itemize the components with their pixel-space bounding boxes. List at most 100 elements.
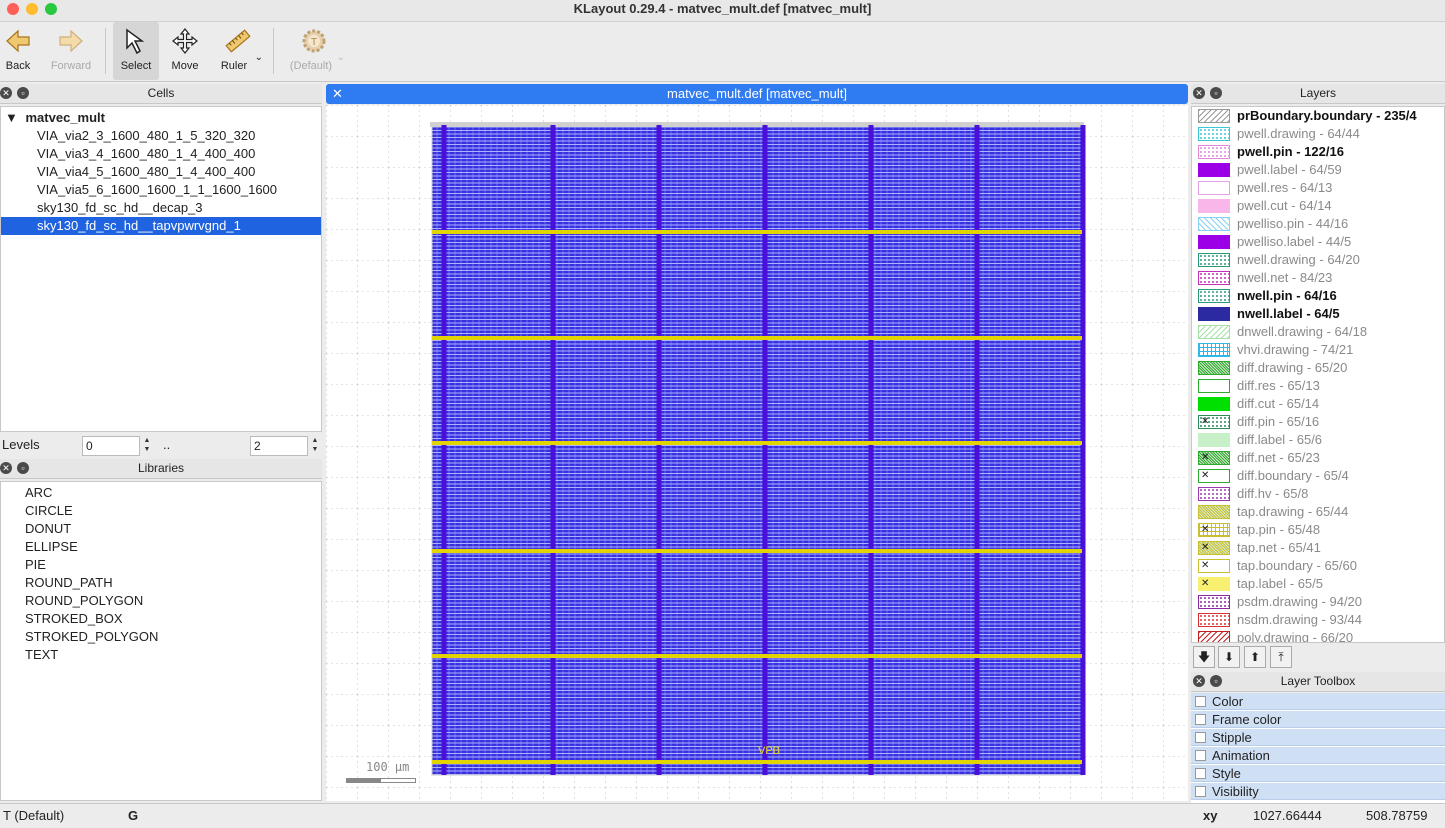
float-icon[interactable]: ▫ [17, 87, 29, 99]
layer-row[interactable]: nwell.net - 84/23 [1192, 269, 1444, 287]
layer-row[interactable]: vhvi.drawing - 74/21 [1192, 341, 1444, 359]
layer-row[interactable]: poly.drawing - 66/20 [1192, 629, 1444, 642]
cell-tree[interactable]: ▼ matvec_mult VIA_via2_3_1600_480_1_5_32… [0, 106, 322, 432]
layer-row[interactable]: nwell.drawing - 64/20 [1192, 251, 1444, 269]
library-item[interactable]: TEXT [25, 646, 58, 664]
move-layer-top-icon[interactable]: ⤒ [1270, 646, 1292, 668]
chevron-down-icon[interactable]: ⌄ [337, 52, 345, 63]
level-from-stepper[interactable]: ▲ ▼ [142, 436, 152, 456]
cell-tree-root[interactable]: ▼ matvec_mult [5, 109, 105, 127]
section-checkbox[interactable] [1195, 696, 1206, 707]
cell-tree-item[interactable]: VIA_via3_4_1600_480_1_4_400_400 [1, 145, 321, 163]
expand-triangle-icon[interactable]: ▼ [5, 110, 18, 125]
layer-row[interactable]: ✕ diff.boundary - 65/4 [1192, 467, 1444, 485]
layer-row[interactable]: ✕ diff.pin - 65/16 [1192, 413, 1444, 431]
layer-row[interactable]: pwell.res - 64/13 [1192, 179, 1444, 197]
float-icon[interactable]: ▫ [17, 462, 29, 474]
close-icon[interactable]: ✕ [1193, 87, 1205, 99]
level-from-input[interactable]: 0 [82, 436, 140, 456]
status-y-coordinate: 508.78759 [1366, 808, 1428, 823]
float-icon[interactable]: ▫ [1210, 675, 1222, 687]
library-item[interactable]: ROUND_POLYGON [25, 592, 143, 610]
toolbox-section[interactable]: Animation [1191, 747, 1445, 764]
layer-row[interactable]: pwell.pin - 122/16 [1192, 143, 1444, 161]
layer-row[interactable]: psdm.drawing - 94/20 [1192, 593, 1444, 611]
layer-row[interactable]: diff.res - 65/13 [1192, 377, 1444, 395]
layer-row[interactable]: ✕ tap.net - 65/41 [1192, 539, 1444, 557]
forward-arrow-icon [59, 29, 83, 53]
close-icon[interactable]: ✕ [0, 87, 12, 99]
float-icon[interactable]: ▫ [1210, 87, 1222, 99]
layer-row[interactable]: nwell.label - 64/5 [1192, 305, 1444, 323]
zoom-window-button[interactable] [45, 3, 57, 15]
move-layer-down-icon[interactable]: 🡇 [1193, 646, 1215, 668]
library-item[interactable]: STROKED_BOX [25, 610, 123, 628]
section-checkbox[interactable] [1195, 786, 1206, 797]
layout-tab[interactable]: ✕ matvec_mult.def [matvec_mult] [326, 84, 1188, 104]
ruler-tool-button[interactable]: Ruler ⌄ [213, 22, 263, 80]
library-item[interactable]: ARC [25, 484, 52, 502]
library-item[interactable]: PIE [25, 556, 46, 574]
section-checkbox[interactable] [1195, 732, 1206, 743]
library-item[interactable]: ELLIPSE [25, 538, 78, 556]
layer-toolbox: Color Frame color Stipple Animation Style Vis… [1191, 693, 1445, 803]
layer-row[interactable]: dnwell.drawing - 64/18 [1192, 323, 1444, 341]
toolbox-section[interactable]: Color [1191, 693, 1445, 710]
minimize-window-button[interactable] [26, 3, 38, 15]
toolbox-section[interactable]: Style [1191, 765, 1445, 782]
section-checkbox[interactable] [1195, 768, 1206, 779]
section-checkbox[interactable] [1195, 750, 1206, 761]
layer-row[interactable]: pwell.cut - 64/14 [1192, 197, 1444, 215]
layer-row[interactable]: ✕ tap.boundary - 65/60 [1192, 557, 1444, 575]
close-tab-icon[interactable]: ✕ [332, 84, 343, 103]
layout-canvas[interactable]: 100 µm VPB [326, 105, 1188, 801]
close-window-button[interactable] [7, 3, 19, 15]
library-item[interactable]: DONUT [25, 520, 71, 538]
chevron-down-icon[interactable]: ⌄ [255, 52, 263, 63]
layer-row[interactable]: nwell.pin - 64/16 [1192, 287, 1444, 305]
select-tool-button[interactable]: Select [113, 22, 159, 80]
level-to-stepper[interactable]: ▲ ▼ [310, 436, 320, 456]
library-item[interactable]: CIRCLE [25, 502, 73, 520]
layer-name: vhvi.drawing - 74/21 [1237, 342, 1354, 357]
forward-button[interactable]: Forward [46, 22, 96, 80]
layer-row[interactable]: ✕ tap.pin - 65/48 [1192, 521, 1444, 539]
move-layer-bottom-icon[interactable]: ⬇ [1218, 646, 1240, 668]
toolbox-section[interactable]: Visibility [1191, 783, 1445, 800]
layout-drawing[interactable] [326, 105, 1188, 801]
cell-tree-item[interactable]: sky130_fd_sc_hd__decap_3 [1, 199, 321, 217]
library-list[interactable]: ARC CIRCLE DONUT ELLIPSE PIE ROUND_PATH ROUND_… [0, 481, 322, 801]
layer-row[interactable]: ✕ diff.net - 65/23 [1192, 449, 1444, 467]
level-to-input[interactable]: 2 [250, 436, 308, 456]
layer-row[interactable]: prBoundary.boundary - 235/4 [1192, 107, 1444, 125]
layer-row[interactable]: diff.label - 65/6 [1192, 431, 1444, 449]
close-icon[interactable]: ✕ [1193, 675, 1205, 687]
layer-row[interactable]: ✕ tap.label - 65/5 [1192, 575, 1444, 593]
section-checkbox[interactable] [1195, 714, 1206, 725]
layer-row[interactable]: pwell.label - 64/59 [1192, 161, 1444, 179]
layer-row[interactable]: nsdm.drawing - 93/44 [1192, 611, 1444, 629]
layer-row[interactable]: diff.drawing - 65/20 [1192, 359, 1444, 377]
library-item[interactable]: STROKED_POLYGON [25, 628, 158, 646]
layer-row[interactable]: pwell.drawing - 64/44 [1192, 125, 1444, 143]
layer-row[interactable]: diff.cut - 65/14 [1192, 395, 1444, 413]
layer-row[interactable]: tap.drawing - 65/44 [1192, 503, 1444, 521]
layer-row[interactable]: pwelliso.label - 44/5 [1192, 233, 1444, 251]
toolbox-section[interactable]: Frame color [1191, 711, 1445, 728]
library-item[interactable]: ROUND_PATH [25, 574, 113, 592]
close-icon[interactable]: ✕ [0, 462, 12, 474]
toolbox-section[interactable]: Stipple [1191, 729, 1445, 746]
cell-tree-item[interactable]: sky130_fd_sc_hd__tapvpwrvgnd_1 [1, 217, 321, 235]
cell-tree-item[interactable]: VIA_via2_3_1600_480_1_5_320_320 [1, 127, 321, 145]
default-template-button[interactable]: T (Default) ⌄ [283, 22, 345, 80]
layer-row[interactable]: pwelliso.pin - 44/16 [1192, 215, 1444, 233]
layer-row[interactable]: diff.hv - 65/8 [1192, 485, 1444, 503]
back-button[interactable]: Back [0, 22, 36, 80]
layer-swatch-icon [1198, 253, 1230, 267]
move-tool-button[interactable]: Move [163, 22, 207, 80]
layer-list[interactable]: prBoundary.boundary - 235/4 pwell.drawing… [1191, 106, 1445, 643]
move-layer-up-icon[interactable]: ⬆ [1244, 646, 1266, 668]
cell-tree-item[interactable]: VIA_via5_6_1600_1600_1_1_1600_1600 [1, 181, 321, 199]
gear-icon: T [302, 29, 326, 53]
cell-tree-item[interactable]: VIA_via4_5_1600_480_1_4_400_400 [1, 163, 321, 181]
